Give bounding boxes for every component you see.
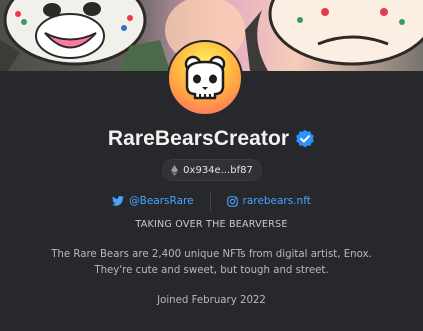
twitter-icon — [112, 196, 125, 206]
profile-tagline: TAKING OVER THE BEARVERSE — [135, 219, 288, 230]
profile-description: The Rare Bears are 2,400 unique NFTs fro… — [30, 247, 393, 279]
wallet-address-text: 0x934e...bf87 — [183, 164, 253, 176]
website-link[interactable]: rarebears.nft — [211, 195, 327, 207]
website-url: rarebears.nft — [242, 195, 311, 207]
twitter-link[interactable]: @BearsRare — [96, 195, 209, 207]
verified-badge-icon — [296, 129, 315, 148]
joined-date: Joined February 2022 — [157, 295, 266, 306]
profile-avatar[interactable] — [167, 40, 243, 116]
wallet-address-button[interactable]: 0x934e...bf87 — [162, 159, 262, 181]
description-line: The Rare Bears are 2,400 unique NFTs fro… — [51, 249, 372, 260]
twitter-handle: @BearsRare — [129, 195, 194, 207]
profile-title-row: RareBearsCreator — [0, 125, 423, 153]
profile-name: RareBearsCreator — [107, 127, 290, 150]
description-line: They're cute and sweet, but tough and st… — [94, 265, 329, 276]
ethereum-icon — [171, 164, 179, 176]
instagram-icon — [226, 195, 238, 207]
bear-skull-logo-icon — [184, 55, 226, 100]
social-links: @BearsRare rarebears.nft — [0, 191, 423, 211]
